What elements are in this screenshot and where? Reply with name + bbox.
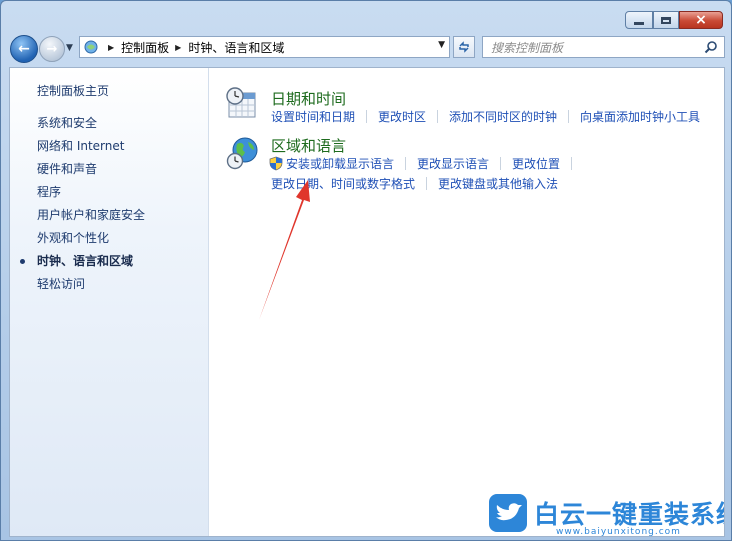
category-title-region-language[interactable]: 区域和语言 [271,135,346,156]
breadcrumb-control-panel[interactable]: 控制面板 [121,39,169,56]
divider [500,157,502,170]
chevron-down-icon: ▼ [66,43,73,53]
divider [437,110,439,123]
arrow-right-icon: → [46,41,58,57]
task-change-display-language[interactable]: 更改显示语言 [417,155,489,172]
sidebar-home-link[interactable]: 控制面板主页 [37,82,109,99]
maximize-button[interactable] [653,11,679,29]
task-change-keyboards[interactable]: 更改键盘或其他输入法 [438,175,558,192]
search-icon[interactable] [704,40,718,54]
minimize-icon [634,21,644,25]
region-language-tasks-row2: 更改日期、时间或数字格式 更改键盘或其他输入法 [271,175,558,192]
sidebar-item-hardware-sound[interactable]: 硬件和声音 [37,161,145,184]
address-dropdown-icon[interactable]: ▼ [438,40,445,50]
task-change-location[interactable]: 更改位置 [512,155,560,172]
address-bar[interactable]: ▶ 控制面板 ▶ 时钟、语言和区域 ▼ [79,36,450,58]
control-panel-icon [84,40,98,54]
sidebar: 控制面板主页 系统和安全 网络和 Internet 硬件和声音 程序 用户帐户和… [10,68,209,536]
close-icon: × [695,12,707,28]
forward-button[interactable]: → [39,36,65,62]
sidebar-item-programs[interactable]: 程序 [37,184,145,207]
minimize-button[interactable] [625,11,653,29]
watermark-text: 白云一键重装系统 [534,500,725,529]
divider [426,177,428,190]
task-install-display-language[interactable]: 安装或卸载显示语言 [286,155,394,172]
search-box[interactable]: 搜索控制面板 [482,36,725,58]
refresh-icon [459,41,469,53]
breadcrumb-clock-language-region[interactable]: 时钟、语言和区域 [188,39,284,56]
calendar-clock-icon[interactable] [226,87,260,121]
globe-clock-icon[interactable] [226,136,260,170]
control-panel-window: × ← → ▼ ▶ 控制面板 ▶ 时钟、语言和区域 ▼ 搜索控制面板 控制面板主… [0,0,732,541]
date-time-tasks: 设置时间和日期 更改时区 添加不同时区的时钟 向桌面添加时钟小工具 [271,108,700,125]
recent-pages-dropdown[interactable]: ▼ [66,43,73,53]
sidebar-item-user-accounts[interactable]: 用户帐户和家庭安全 [37,207,145,230]
search-input[interactable]: 搜索控制面板 [491,39,563,56]
sidebar-item-system-security[interactable]: 系统和安全 [37,115,145,138]
uac-shield-icon [269,156,283,171]
breadcrumb-arrow-icon[interactable]: ▶ [175,43,181,52]
breadcrumb-arrow-icon[interactable]: ▶ [108,43,114,52]
arrow-left-icon: ← [18,41,30,57]
task-set-time-date[interactable]: 设置时间和日期 [271,108,355,125]
sidebar-item-ease-of-access[interactable]: 轻松访问 [37,276,145,299]
watermark: 白云一键重装系统 www.baiyunxitong.com [480,483,725,537]
content-pane: 控制面板主页 系统和安全 网络和 Internet 硬件和声音 程序 用户帐户和… [9,67,725,537]
category-title-date-time[interactable]: 日期和时间 [271,88,346,109]
current-bullet-icon [20,259,25,264]
refresh-button[interactable] [453,36,475,58]
task-add-clock-gadget[interactable]: 向桌面添加时钟小工具 [580,108,700,125]
sidebar-item-clock-language-region: 时钟、语言和区域 [20,253,145,276]
divider [571,157,573,170]
watermark-url: www.baiyunxitong.com [556,527,681,537]
task-change-formats[interactable]: 更改日期、时间或数字格式 [271,175,415,192]
sidebar-item-label: 时钟、语言和区域 [37,254,134,268]
task-change-time-zone[interactable]: 更改时区 [378,108,426,125]
close-button[interactable]: × [679,11,723,29]
sidebar-list: 系统和安全 网络和 Internet 硬件和声音 程序 用户帐户和家庭安全 外观… [20,115,145,299]
sidebar-item-network-internet[interactable]: 网络和 Internet [37,138,145,161]
sidebar-item-appearance[interactable]: 外观和个性化 [37,230,145,253]
back-button[interactable]: ← [10,35,38,63]
maximize-icon [661,16,671,24]
divider [568,110,570,123]
bird-logo-icon [489,494,527,532]
caption-buttons: × [625,11,723,29]
divider [366,110,368,123]
divider [405,157,407,170]
region-language-tasks-row1: 安装或卸载显示语言 更改显示语言 更改位置 [269,155,583,172]
task-add-clocks[interactable]: 添加不同时区的时钟 [449,108,557,125]
